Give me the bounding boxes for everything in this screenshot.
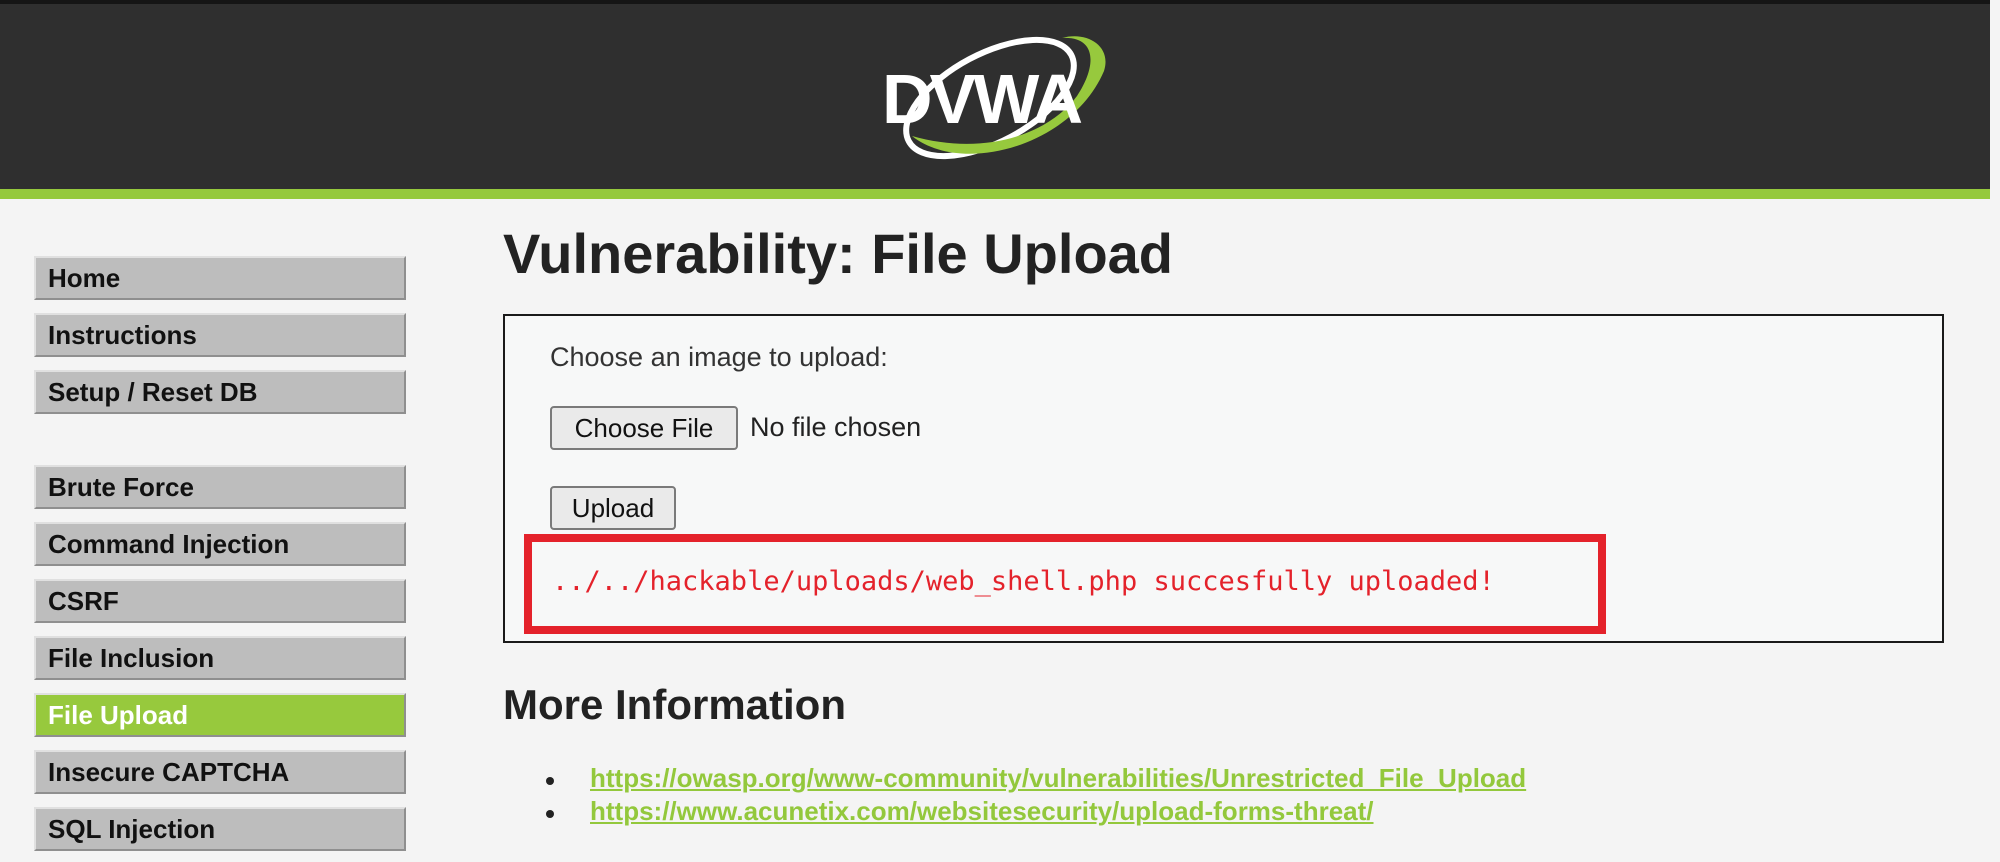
nav-item-insecure-captcha[interactable]: Insecure CAPTCHA — [34, 750, 406, 794]
upload-button[interactable]: Upload — [550, 486, 676, 530]
page-right-margin — [1990, 0, 2000, 862]
result-highlight-box: ../../hackable/uploads/web_shell.php suc… — [524, 534, 1606, 634]
upload-result-message: ../../hackable/uploads/web_shell.php suc… — [552, 566, 1495, 597]
header-accent-bar — [0, 189, 1990, 199]
page-title: Vulnerability: File Upload — [503, 222, 1174, 285]
nav-item-brute-force[interactable]: Brute Force — [34, 465, 406, 509]
header-bar: DVWA — [0, 4, 1990, 189]
more-information-heading: More Information — [503, 681, 846, 728]
nav-item-setup-reset-db[interactable]: Setup / Reset DB — [34, 370, 406, 414]
owasp-link[interactable]: https://owasp.org/www-community/vulnerab… — [590, 762, 1526, 795]
bullet-icon — [546, 777, 554, 785]
nav-item-command-injection[interactable]: Command Injection — [34, 522, 406, 566]
upload-form-panel: Choose an image to upload: Choose File N… — [503, 314, 1944, 643]
logo-text: DVWA — [882, 60, 1083, 138]
acunetix-link[interactable]: https://www.acunetix.com/websitesecurity… — [590, 795, 1374, 828]
file-status-text: No file chosen — [750, 412, 922, 442]
nav-item-file-inclusion[interactable]: File Inclusion — [34, 636, 406, 680]
nav-item-instructions[interactable]: Instructions — [34, 313, 406, 357]
nav-item-file-upload[interactable]: File Upload — [34, 693, 406, 737]
choose-file-button[interactable]: Choose File — [550, 406, 738, 450]
nav-item-home[interactable]: Home — [34, 256, 406, 300]
nav-item-sql-injection[interactable]: SQL Injection — [34, 807, 406, 851]
nav-item-csrf[interactable]: CSRF — [34, 579, 406, 623]
upload-prompt: Choose an image to upload: — [550, 342, 888, 372]
bullet-icon — [546, 810, 554, 818]
dvwa-logo: DVWA — [872, 26, 1122, 166]
